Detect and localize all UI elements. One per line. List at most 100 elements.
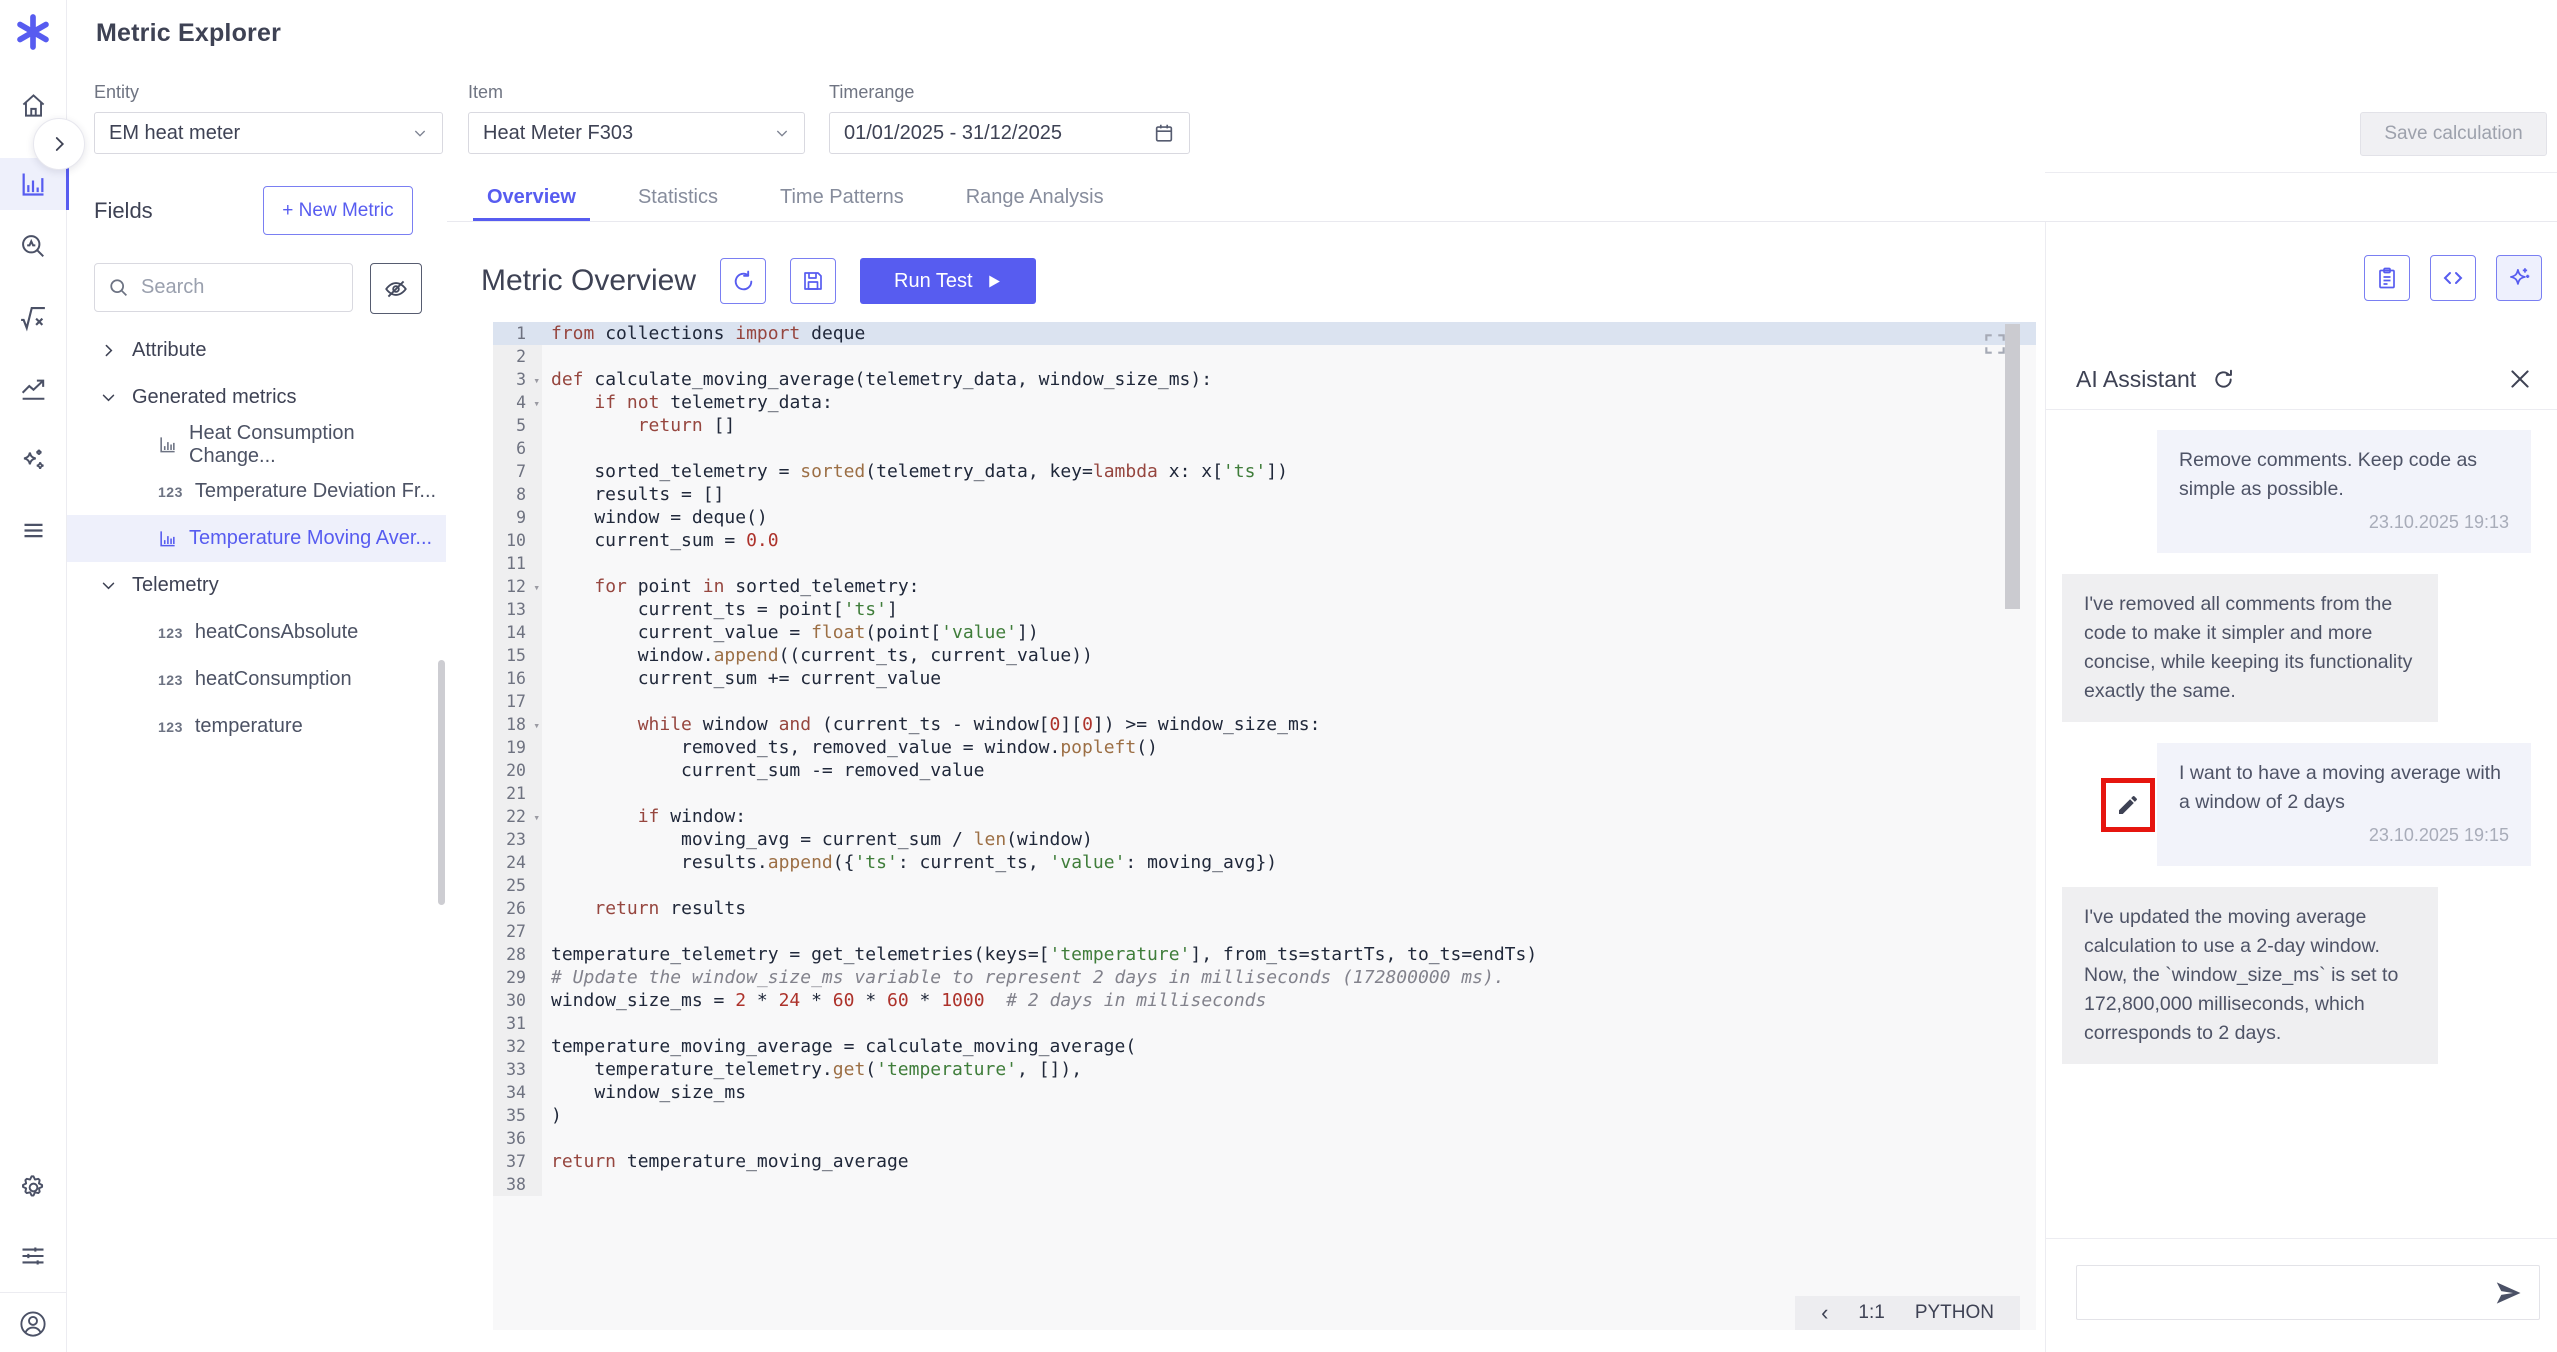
refresh-chat-button[interactable] [2212,368,2235,391]
tree-section-generated-metrics[interactable]: Generated metrics [66,374,446,421]
tree-label: Generated metrics [132,386,297,409]
code-text: while window and (current_ts - window[0]… [542,713,1320,736]
sidebar-expand-button[interactable] [33,118,85,170]
code-line: 37return temperature_moving_average [493,1150,2036,1173]
app-logo-icon [13,12,53,52]
tree-item-heatconsumption[interactable]: 123heatConsumption [66,656,446,703]
tab-time-patterns[interactable]: Time Patterns [766,172,918,222]
bar-chart-icon [19,170,47,198]
entity-value: EM heat meter [109,122,240,145]
reset-code-button[interactable] [720,258,766,304]
code-line: 6 [493,437,2036,460]
line-number: 33 [493,1058,542,1081]
code-line: 7 sorted_telemetry = sorted(telemetry_da… [493,460,2036,483]
code-line: 13 current_ts = point['ts'] [493,598,2036,621]
code-editor[interactable]: 1from collections import deque23▾def cal… [493,322,2036,1330]
chat-input[interactable] [2077,1282,2493,1304]
tree-item-heatconsabsolute[interactable]: 123heatConsAbsolute [66,609,446,656]
user-message-row: I want to have a moving average with a w… [2062,743,2531,866]
tree-label: Heat Consumption Change... [189,422,446,468]
save-code-button[interactable] [790,258,836,304]
tree-item-temperature[interactable]: 123temperature [66,703,446,750]
fold-arrow-icon[interactable]: ▾ [533,392,540,415]
line-number: 32 [493,1035,542,1058]
hide-fields-button[interactable] [370,263,422,314]
notes-button[interactable] [2364,255,2410,301]
code-line: 3▾def calculate_moving_average(telemetry… [493,368,2036,391]
code-line: 21 [493,782,2036,805]
code-line: 30window_size_ms = 2 * 24 * 60 * 60 * 10… [493,989,2036,1012]
fields-scrollbar[interactable] [438,660,445,905]
code-view-button[interactable] [2430,255,2476,301]
send-icon [2493,1278,2523,1308]
sidebar-item-preferences[interactable] [0,1230,66,1282]
code-text [542,874,551,897]
user-message-bubble: I want to have a moving average with a w… [2157,743,2531,866]
code-text [542,1127,551,1150]
numeric-field-icon: 123 [158,625,183,641]
code-line: 20 current_sum -= removed_value [493,759,2036,782]
assistant-message-bubble: I've updated the moving average calculat… [2062,887,2438,1064]
tab-statistics[interactable]: Statistics [624,172,732,222]
entity-select[interactable]: EM heat meter [94,112,443,154]
new-metric-button[interactable]: + New Metric [263,186,413,235]
code-text [542,1173,551,1196]
tree-section-attribute[interactable]: Attribute [66,327,446,374]
tree-section-telemetry[interactable]: Telemetry [66,562,446,609]
tree-item-temperature-deviation-fr[interactable]: 123Temperature Deviation Fr... [66,468,446,515]
fold-arrow-icon[interactable]: ▾ [533,714,540,737]
sparkles-icon [19,446,48,475]
sidebar-item-ai[interactable] [0,434,66,486]
line-number: 15 [493,644,542,667]
sidebar-item-formula[interactable] [0,292,66,344]
code-line: 11 [493,552,2036,575]
tab-overview[interactable]: Overview [473,172,590,222]
search-icon [108,277,129,298]
item-select[interactable]: Heat Meter F303 [468,112,805,154]
search-input[interactable] [139,275,313,300]
code-line: 5 return [] [493,414,2036,437]
sidebar-item-trend[interactable] [0,362,66,414]
run-test-button[interactable]: Run Test [860,258,1036,304]
fold-arrow-icon[interactable]: ▾ [533,806,540,829]
close-assistant-button[interactable] [2507,366,2533,392]
sidebar-item-metric-search[interactable] [0,220,66,272]
ai-assistant-button[interactable] [2496,255,2542,301]
field-search [94,263,353,312]
item-label: Item [468,82,805,103]
send-message-button[interactable] [2493,1278,2523,1308]
code-line: 34 window_size_ms [493,1081,2036,1104]
collapse-statusbar-icon[interactable]: ‹ [1821,1300,1828,1326]
code-text: if not telemetry_data: [542,391,833,414]
code-text [542,690,551,713]
code-line: 22▾ if window: [493,805,2036,828]
editor-scrollbar[interactable] [2005,324,2020,609]
bar-metric-icon [158,435,177,454]
save-floppy-icon [801,269,825,293]
chevron-right-icon[interactable] [100,342,117,359]
ai-assistant-panel: AI Assistant Remove comments. Keep code … [2045,222,2557,1352]
timerange-input[interactable]: 01/01/2025 - 31/12/2025 [829,112,1190,154]
language-label: PYTHON [1915,1302,1994,1324]
chevron-down-icon[interactable] [100,577,117,594]
sidebar-item-user[interactable] [0,1298,66,1350]
line-number: 28 [493,943,542,966]
code-line: 23 moving_avg = current_sum / len(window… [493,828,2036,851]
code-line: 33 temperature_telemetry.get('temperatur… [493,1058,2036,1081]
tab-range-analysis[interactable]: Range Analysis [952,172,1118,222]
chevron-down-icon[interactable] [100,389,117,406]
line-number: 11 [493,552,542,575]
calendar-icon[interactable] [1153,122,1175,144]
fold-arrow-icon[interactable]: ▾ [533,369,540,392]
tab-bar: Overview Statistics Time Patterns Range Ana… [447,172,1152,222]
edit-message-button[interactable] [2106,783,2150,827]
numeric-field-icon: 123 [158,484,183,500]
line-number: 4▾ [493,391,542,414]
tree-item-heat-consumption-change[interactable]: Heat Consumption Change... [66,421,446,468]
save-calculation-button[interactable]: Save calculation [2360,112,2547,156]
sidebar-item-settings[interactable] [0,1161,66,1213]
fields-title: Fields [94,198,153,224]
sidebar-item-menu[interactable] [0,504,66,556]
fold-arrow-icon[interactable]: ▾ [533,576,540,599]
tree-item-temperature-moving-aver[interactable]: Temperature Moving Aver... [66,515,446,562]
